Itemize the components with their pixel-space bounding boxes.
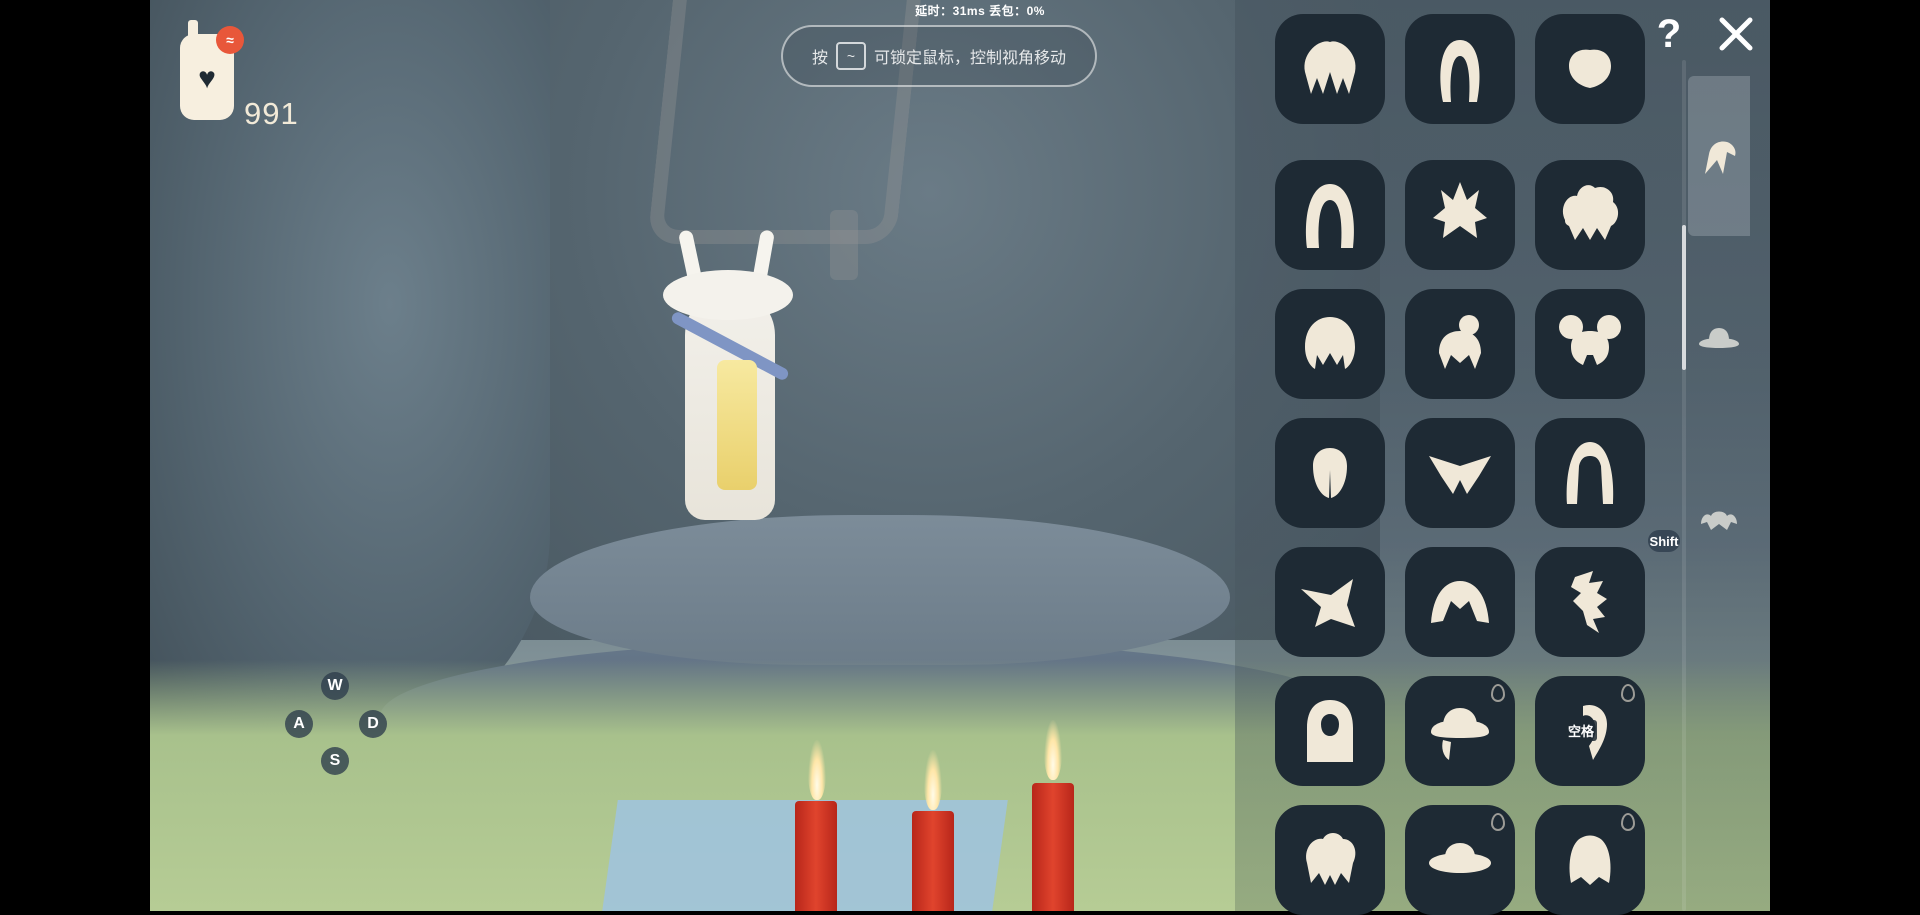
hair-bob-icon <box>1313 448 1347 498</box>
heart-icon: ♥ <box>198 62 216 95</box>
outfit-tile[interactable] <box>1275 805 1385 915</box>
scrollbar-thumb[interactable] <box>1682 225 1686 370</box>
hair-short-icon <box>1569 49 1611 88</box>
hair-wavy-tail-icon <box>1571 571 1607 633</box>
shift-key-hint[interactable]: Shift <box>1648 530 1680 552</box>
hint-prefix: 按 <box>811 50 828 67</box>
hair-category-icon <box>1705 141 1736 174</box>
lock-drop-icon <box>1621 813 1635 831</box>
hair-round-icon <box>1305 317 1355 369</box>
outfit-tile[interactable] <box>1405 676 1515 786</box>
outfit-tile[interactable] <box>1535 289 1645 399</box>
wall-rune-stem <box>830 210 858 280</box>
hat-disc-icon <box>1429 843 1491 873</box>
outfit-tile[interactable] <box>1535 547 1645 657</box>
lock-drop-icon <box>1491 813 1505 831</box>
hat-category-icon <box>1699 328 1739 348</box>
candle-flame <box>808 740 826 800</box>
notification-badge: ≈ <box>216 26 244 54</box>
tilde-key-label: ~ <box>846 48 856 64</box>
tab-accessory[interactable] <box>1688 438 1750 598</box>
hair-bun-icon <box>1439 315 1481 369</box>
tilde-key-icon: ~ <box>836 42 866 70</box>
key-d[interactable]: D <box>359 710 387 738</box>
outfit-tile[interactable] <box>1405 289 1515 399</box>
hair-wings-icon <box>1429 456 1491 494</box>
character-cape <box>717 360 757 490</box>
mouse-lock-hint: 按 ~ 可锁定鼠标，控制视角移动 <box>781 25 1097 87</box>
character-hat <box>663 270 793 320</box>
close-icon <box>1719 17 1753 51</box>
hair-side-swept-icon <box>1301 579 1355 627</box>
hair-long-icon <box>1440 40 1480 102</box>
outfit-tile[interactable] <box>1405 418 1515 528</box>
lock-drop-icon <box>1491 684 1505 702</box>
hair-long-straight-icon <box>1305 184 1355 248</box>
candle-flame <box>924 750 942 810</box>
outfit-tile[interactable] <box>1275 418 1385 528</box>
red-candle <box>912 811 954 911</box>
candle-flame <box>1044 720 1062 780</box>
outfit-tile[interactable] <box>1535 805 1645 915</box>
outfit-tile[interactable] <box>1405 160 1515 270</box>
hair-style-icon <box>1304 41 1356 94</box>
outfit-tile[interactable]: 空格 <box>1535 676 1645 786</box>
hood-icon <box>1307 700 1353 762</box>
outfit-tile[interactable] <box>1535 14 1645 124</box>
help-button[interactable]: ? <box>1652 14 1686 54</box>
outfit-tile[interactable] <box>1275 676 1385 786</box>
hair-braids-icon <box>1566 442 1614 504</box>
candle-currency-count: 991 <box>244 96 299 131</box>
outfit-tile[interactable] <box>1535 418 1645 528</box>
hat-brim-icon <box>1431 708 1489 760</box>
red-candle <box>795 801 837 911</box>
red-candle <box>1032 783 1074 911</box>
hair-spiky-icon <box>1433 182 1487 238</box>
scrollbar-track[interactable] <box>1682 60 1686 911</box>
outfit-tile[interactable] <box>1535 160 1645 270</box>
close-button[interactable] <box>1716 14 1756 54</box>
key-w[interactable]: W <box>321 672 349 700</box>
outfit-tile[interactable] <box>1275 547 1385 657</box>
phone-menu-button[interactable]: ♥ ≈ <box>180 20 244 120</box>
hair-pigtail-buns-icon <box>1559 315 1621 365</box>
outfit-tile[interactable] <box>1405 547 1515 657</box>
tab-hat[interactable] <box>1688 258 1750 418</box>
key-s[interactable]: S <box>321 747 349 775</box>
tab-hair[interactable] <box>1688 76 1750 236</box>
hint-text: 可锁定鼠标，控制视角移动 <box>874 50 1067 67</box>
stone-pedestal <box>530 515 1230 665</box>
outfit-tile[interactable] <box>1275 160 1385 270</box>
horn-accessory-icon <box>1701 511 1737 530</box>
hair-curly-short-icon <box>1306 833 1356 885</box>
space-key-label: 空格 <box>1565 720 1598 741</box>
hair-tied-icon <box>1569 835 1611 885</box>
outfit-tile[interactable] <box>1405 14 1515 124</box>
key-a[interactable]: A <box>285 710 313 738</box>
hair-curly-icon <box>1562 185 1619 240</box>
hair-parted-icon <box>1431 581 1489 623</box>
outfit-tile[interactable] <box>1405 805 1515 915</box>
lock-drop-icon <box>1621 684 1635 702</box>
outfit-tile[interactable] <box>1275 289 1385 399</box>
player-character[interactable] <box>655 229 805 520</box>
outfit-tile[interactable] <box>1275 14 1385 124</box>
network-status: 延时：31ms 丢包：0% <box>915 4 1045 18</box>
